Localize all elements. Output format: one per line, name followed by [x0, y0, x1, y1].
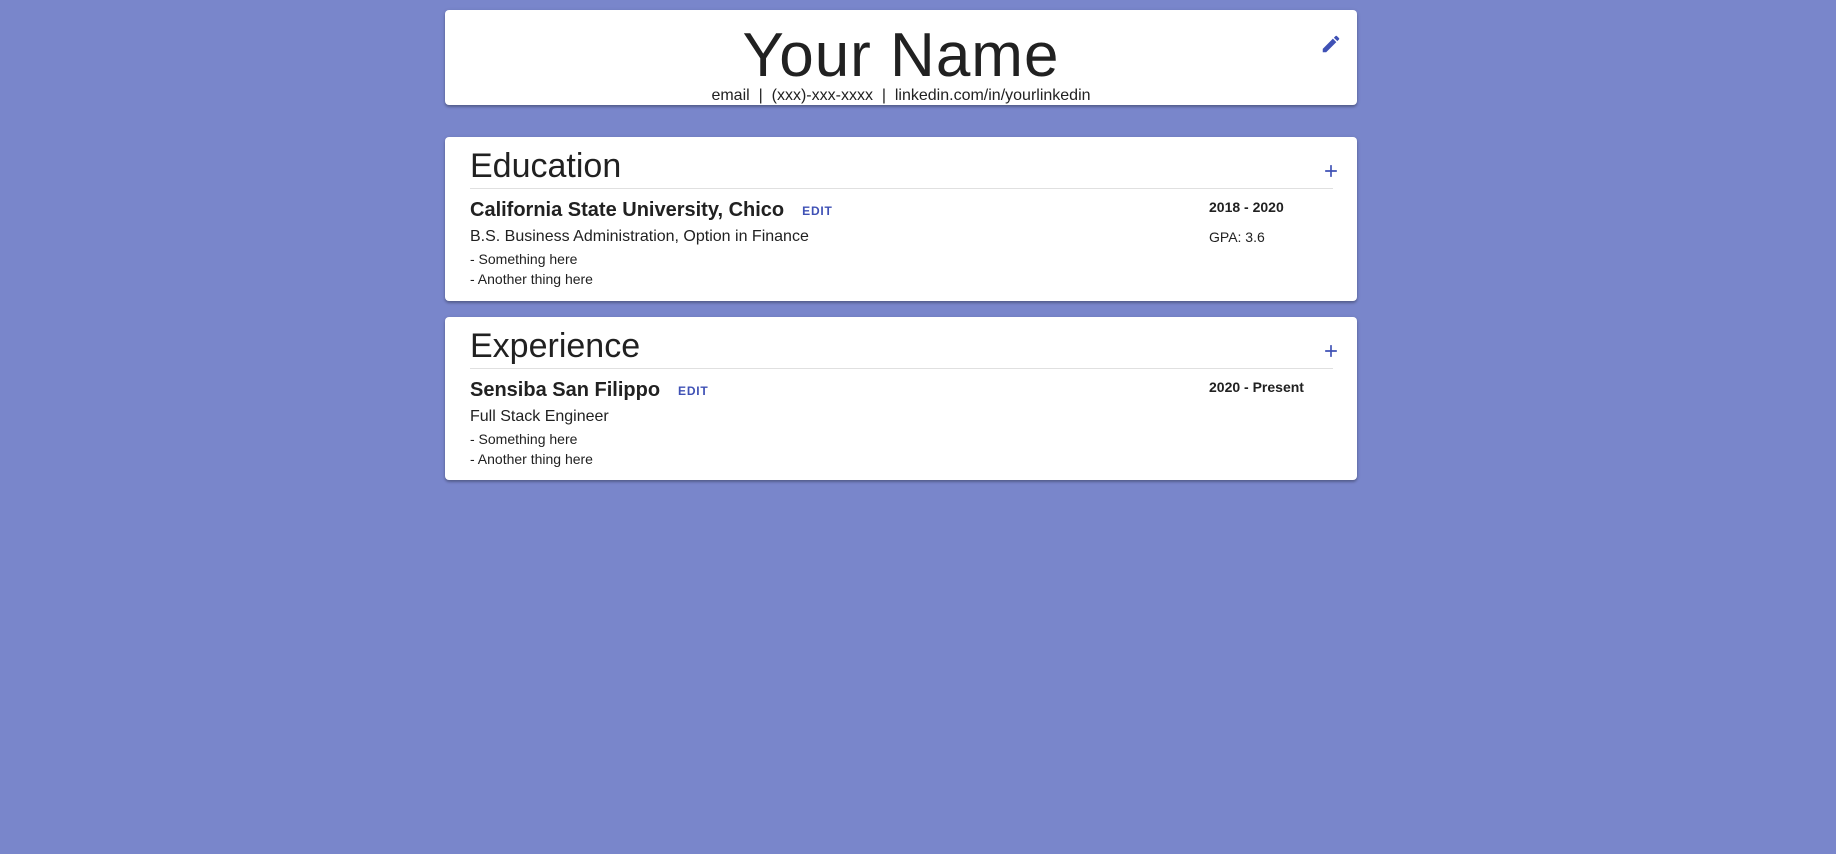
edit-education-button[interactable]: EDIT	[802, 195, 833, 224]
list-item: - Something here	[470, 431, 578, 447]
experience-section: Experience Sensiba San Filippo EDIT 2020…	[445, 317, 1357, 480]
education-section: Education California State University, C…	[445, 137, 1357, 301]
education-entry-header: California State University, Chico EDIT	[470, 195, 833, 224]
education-bullets: - Something here - Another thing here	[470, 249, 593, 289]
list-item: - Another thing here	[470, 271, 593, 287]
role-text: Full Stack Engineer	[470, 408, 609, 425]
experience-bullets: - Something here - Another thing here	[470, 429, 593, 469]
edit-experience-button[interactable]: EDIT	[678, 375, 709, 404]
add-education-button[interactable]	[1317, 157, 1345, 185]
section-divider	[470, 368, 1333, 369]
add-experience-button[interactable]	[1317, 337, 1345, 365]
section-divider	[470, 188, 1333, 189]
contact-line: email | (xxx)-xxx-xxxx | linkedin.com/in…	[711, 87, 1091, 104]
list-item: - Something here	[470, 251, 578, 267]
section-title-experience: Experience	[470, 327, 641, 365]
education-dates: 2018 - 2020	[1209, 199, 1284, 215]
degree-text: B.S. Business Administration, Option in …	[470, 228, 809, 245]
resume-name: Your Name	[742, 21, 1060, 90]
edit-header-button[interactable]	[1317, 30, 1345, 58]
company-name: Sensiba San Filippo	[470, 378, 661, 401]
institution-name: California State University, Chico	[470, 198, 785, 221]
experience-entry-header: Sensiba San Filippo EDIT	[470, 375, 709, 404]
plus-icon	[1325, 345, 1337, 357]
header-card: Your Name email | (xxx)-xxx-xxxx | linke…	[445, 10, 1357, 105]
experience-dates: 2020 - Present	[1209, 379, 1304, 395]
pencil-icon	[1322, 35, 1340, 53]
section-title-education: Education	[470, 147, 622, 185]
list-item: - Another thing here	[470, 451, 593, 467]
gpa-text: GPA: 3.6	[1209, 229, 1265, 245]
plus-icon	[1325, 165, 1337, 177]
